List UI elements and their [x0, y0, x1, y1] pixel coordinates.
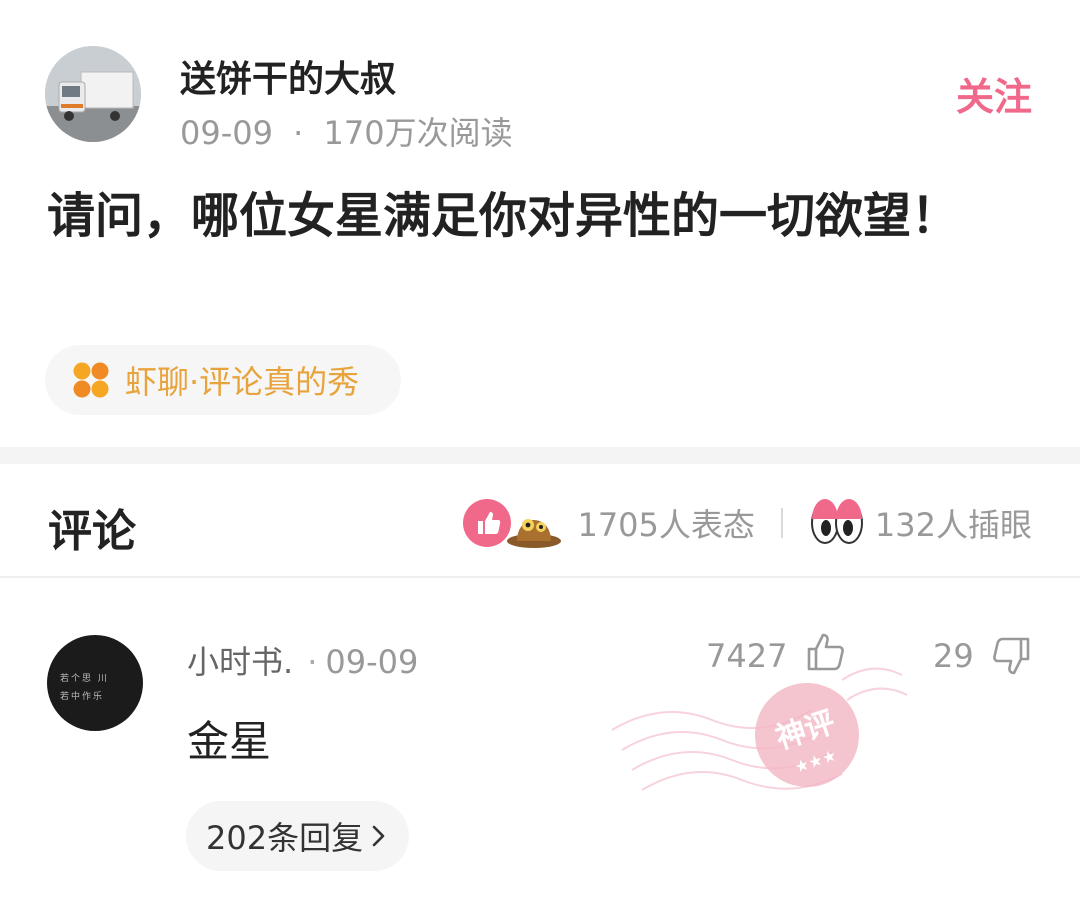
comment-author[interactable]: 小时书.: [187, 643, 293, 681]
mole-reaction-icon: [507, 519, 562, 548]
topic-label: 虾聊·评论真的秀: [125, 363, 360, 401]
poke-count: 132人插眼: [874, 506, 1032, 544]
avatar-text-2: 若中作乐: [60, 692, 105, 702]
meta-separator: ·: [293, 114, 304, 152]
comment-avatar[interactable]: 若个思 川 若中作乐: [47, 635, 143, 731]
clover-icon: [73, 362, 109, 398]
follow-button[interactable]: 关注: [956, 66, 1032, 121]
read-count: 170万次阅读: [323, 114, 513, 152]
thumb-up-icon[interactable]: [803, 629, 849, 679]
comment-text: 金星: [187, 717, 272, 766]
section-divider: [0, 447, 1080, 464]
post-meta: 09-09 · 170万次阅读: [180, 108, 513, 154]
author-name[interactable]: 送饼干的大叔: [180, 50, 396, 102]
topic-chip[interactable]: 虾聊·评论真的秀: [45, 345, 402, 415]
comment-separator: ·: [307, 643, 318, 681]
eyes-icon: [810, 499, 863, 544]
view-replies-button[interactable]: 202条回复: [186, 801, 410, 871]
like-count: 7427: [706, 637, 788, 675]
comment-meta: 小时书. · 09-09: [187, 637, 418, 683]
dislike-count: 29: [933, 637, 974, 675]
comments-heading: 评论: [48, 506, 136, 557]
reactions-count: 1705人表态: [577, 506, 755, 544]
header-rule: [0, 576, 1080, 578]
comment-date: 09-09: [325, 643, 419, 681]
thumb-down-icon[interactable]: [988, 633, 1034, 683]
truck-photo: [45, 46, 141, 142]
reaction-separator: [780, 508, 783, 538]
avatar-text-1: 若个思 川: [60, 674, 109, 684]
replies-label: 202条回复: [206, 819, 364, 857]
chevron-right-icon: [372, 825, 385, 847]
post-title: 请问，哪位女星满足你对异性的一切欲望！: [47, 188, 960, 244]
reaction-summary[interactable]: 1705人表态 132人插眼: [461, 493, 1032, 553]
post-date: 09-09: [180, 114, 273, 152]
author-avatar[interactable]: [45, 46, 141, 142]
